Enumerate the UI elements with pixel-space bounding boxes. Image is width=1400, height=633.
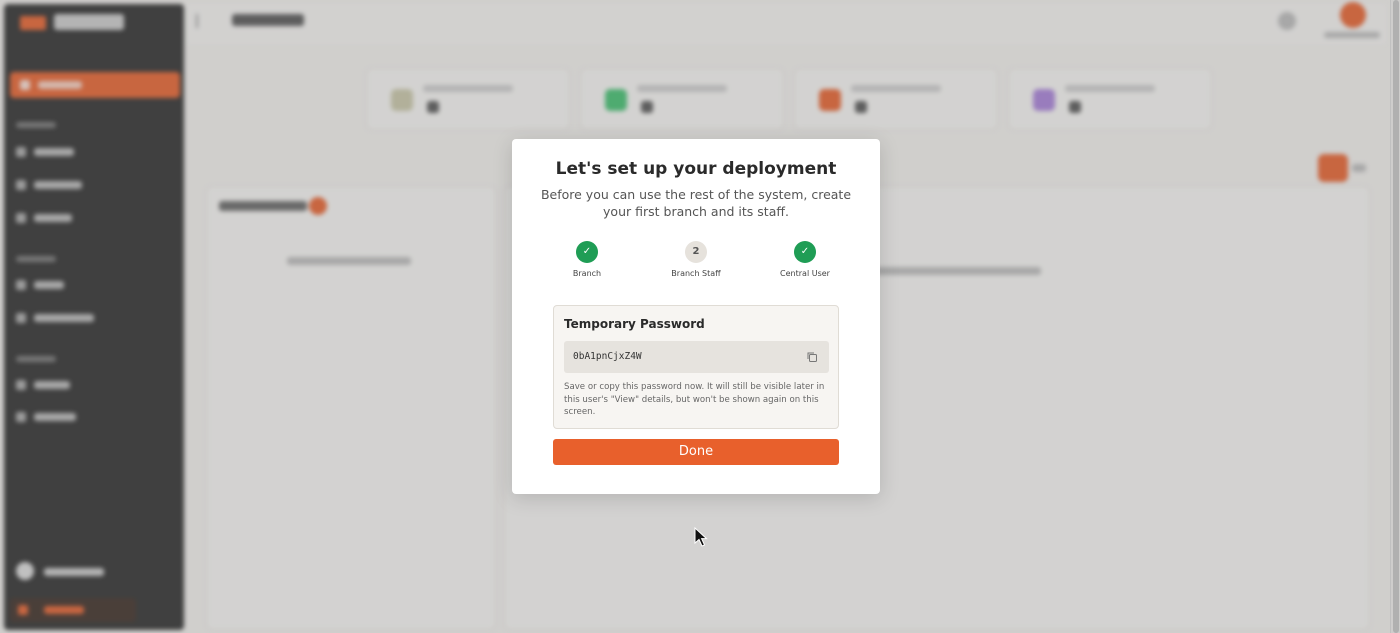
step-label: Branch Staff: [671, 269, 721, 278]
step-branch: ✓ Branch: [547, 241, 627, 281]
dialog-title: Let's set up your deployment: [555, 159, 837, 179]
mouse-cursor-icon: [694, 527, 708, 547]
check-icon: ✓: [576, 241, 598, 263]
password-field[interactable]: 0bA1pnCjxZ4W: [564, 341, 829, 373]
password-title: Temporary Password: [564, 317, 705, 331]
copy-icon[interactable]: [806, 351, 818, 363]
password-value: 0bA1pnCjxZ4W: [573, 351, 642, 362]
step-label: Branch: [572, 269, 602, 278]
password-note: Save or copy this password now. It will …: [564, 382, 825, 417]
step-central-user: ✓ Central User: [765, 241, 845, 281]
temporary-password-panel: Temporary Password 0bA1pnCjxZ4W Save or …: [553, 305, 839, 429]
dialog-subtitle: Before you can use the rest of the syste…: [540, 187, 852, 219]
check-icon: ✓: [794, 241, 816, 263]
step-number: 2: [685, 241, 707, 263]
step-branch-staff: 2 Branch Staff: [656, 241, 736, 281]
setup-dialog: Let's set up your deployment Before you …: [512, 139, 880, 494]
done-button[interactable]: Done: [553, 439, 839, 465]
step-label: Central User: [780, 269, 830, 278]
